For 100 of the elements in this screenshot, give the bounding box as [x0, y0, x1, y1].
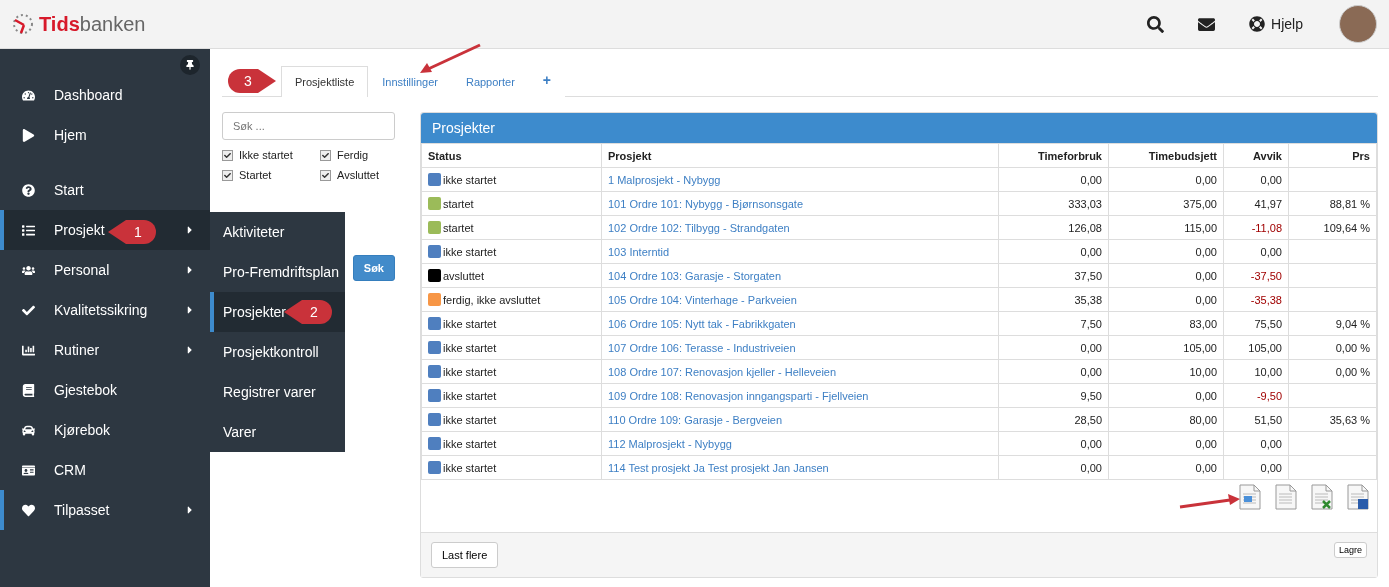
status-text: ikke startet	[443, 173, 497, 186]
table-cell: 83,00	[1108, 311, 1224, 336]
table-cell: 9,50	[998, 383, 1109, 408]
column-header: Prosjekt	[601, 143, 999, 168]
table-cell: 0,00	[1223, 239, 1289, 264]
car-icon	[22, 423, 35, 437]
table-cell: 105,00	[1108, 335, 1224, 360]
status-text: ikke startet	[443, 365, 497, 378]
table-cell: -35,38	[1223, 287, 1289, 312]
checkbox[interactable]	[320, 149, 331, 161]
checkbox-label[interactable]: Avsluttet	[320, 169, 395, 181]
help-link[interactable]: Hjelp	[1249, 16, 1303, 32]
table-cell: 51,50	[1223, 407, 1289, 432]
sidebar-item[interactable]: Kvalitetssikring	[0, 290, 210, 330]
arrow	[418, 43, 482, 75]
submenu-item[interactable]: Prosjektkontroll	[210, 332, 345, 372]
status-text: startet	[443, 221, 474, 234]
table-cell: 9,04 %	[1288, 311, 1377, 336]
table-cell: 0,00 %	[1288, 335, 1377, 360]
submenu-item[interactable]: Aktiviteter	[210, 212, 345, 252]
table-cell: 28,50	[998, 407, 1109, 432]
table-cell: 375,00	[1108, 191, 1224, 216]
load-more-button[interactable]: Last flere	[431, 542, 499, 568]
table-cell: -11,08	[1223, 215, 1289, 240]
submenu-item[interactable]: Pro-Fremdriftsplan	[210, 252, 345, 292]
table-cell: 80,00	[1108, 407, 1224, 432]
save-button[interactable]: Lagre	[1333, 542, 1367, 558]
tab[interactable]: Prosjektliste	[281, 66, 369, 97]
table-cell: 126,08	[998, 215, 1109, 240]
submenu-item[interactable]: Varer	[210, 412, 345, 452]
column-header: Avvik	[1223, 143, 1289, 168]
project-link[interactable]: 112 Malprosjekt - Nybygg	[608, 437, 732, 450]
table-cell: 0,00	[1108, 167, 1224, 192]
sidebar-item[interactable]: Start	[0, 170, 210, 210]
table-cell: 0,00	[998, 167, 1109, 192]
table-cell: 41,97	[1223, 191, 1289, 216]
table-cell: 0,00	[1108, 431, 1224, 456]
excel-file-icon[interactable]	[1311, 484, 1333, 510]
table-cell: 0,00	[998, 239, 1109, 264]
clock-logo-icon	[12, 13, 34, 35]
dashboard-icon	[22, 88, 35, 102]
checkbox-label[interactable]: Ferdig	[320, 149, 395, 161]
avatar[interactable]	[1339, 5, 1377, 43]
sidebar-item[interactable]: Dashboard	[0, 75, 210, 115]
column-header: Prs	[1288, 143, 1377, 168]
table-cell: 75,50	[1223, 311, 1289, 336]
checkbox[interactable]	[222, 149, 233, 161]
table-cell: 0,00	[1108, 287, 1224, 312]
table-cell: 88,81 %	[1288, 191, 1377, 216]
column-header: Timeforbruk	[998, 143, 1109, 168]
search-button[interactable]: Søk	[352, 255, 395, 281]
mail-icon[interactable]	[1198, 15, 1216, 33]
submenu-item[interactable]: Registrer varer	[210, 372, 345, 412]
id-card-icon	[22, 463, 35, 477]
book-icon	[22, 383, 35, 397]
check-icon	[22, 303, 35, 317]
checkbox-label[interactable]: Startet	[222, 169, 320, 181]
question-icon	[22, 183, 35, 197]
sidebar-item[interactable]: Rutiner	[0, 330, 210, 370]
presentation-file-icon[interactable]	[1239, 484, 1261, 510]
table-cell: 0,00 %	[1288, 359, 1377, 384]
status-text: startet	[443, 197, 474, 210]
table-cell: 35,63 %	[1288, 407, 1377, 432]
list-icon	[22, 223, 35, 237]
sidebar-item[interactable]: Personal	[0, 250, 210, 290]
table-cell: 35,38	[998, 287, 1109, 312]
table-cell: 10,00	[1108, 359, 1224, 384]
table-cell: 37,50	[998, 263, 1109, 288]
sidebar-item[interactable]: Tilpasset	[0, 490, 210, 530]
lifebuoy-icon	[1249, 16, 1266, 32]
search-icon[interactable]	[1147, 15, 1165, 33]
table-cell: -9,50	[1223, 383, 1289, 408]
table-cell: 10,00	[1223, 359, 1289, 384]
project-link[interactable]: 103 Interntid	[608, 245, 670, 258]
status-text: ikke startet	[443, 437, 497, 450]
sidebar-item[interactable]: CRM	[0, 450, 210, 490]
checkbox-label[interactable]: Ikke startet	[222, 149, 320, 161]
table-cell: 109,64 %	[1288, 215, 1377, 240]
search-field[interactable]: Søk ...	[222, 112, 395, 140]
status-text: ikke startet	[443, 461, 497, 474]
callout-tooltip: 1	[108, 219, 156, 245]
checkbox[interactable]	[320, 169, 331, 181]
checkbox[interactable]	[222, 169, 233, 181]
pin-icon[interactable]	[180, 55, 200, 75]
column-header: Status	[421, 143, 602, 168]
arrow	[1178, 494, 1242, 510]
sidebar-item[interactable]: Hjem	[0, 115, 210, 155]
table-cell: 0,00	[1223, 167, 1289, 192]
status-text: ikke startet	[443, 413, 497, 426]
project-link[interactable]: 1 Malprosjekt - Nybygg	[608, 173, 721, 186]
table-cell: 0,00	[1223, 455, 1289, 480]
table-cell: 115,00	[1108, 215, 1224, 240]
heart-icon	[22, 503, 35, 517]
sidebar-item[interactable]: Gjestebok	[0, 370, 210, 410]
word-file-icon[interactable]	[1347, 484, 1369, 510]
sidebar-item[interactable]: Kjørebok	[0, 410, 210, 450]
table-cell: 0,00	[998, 359, 1109, 384]
bar-chart-icon	[22, 343, 35, 357]
table-cell: 0,00	[1108, 239, 1224, 264]
status-text: ikke startet	[443, 317, 497, 330]
